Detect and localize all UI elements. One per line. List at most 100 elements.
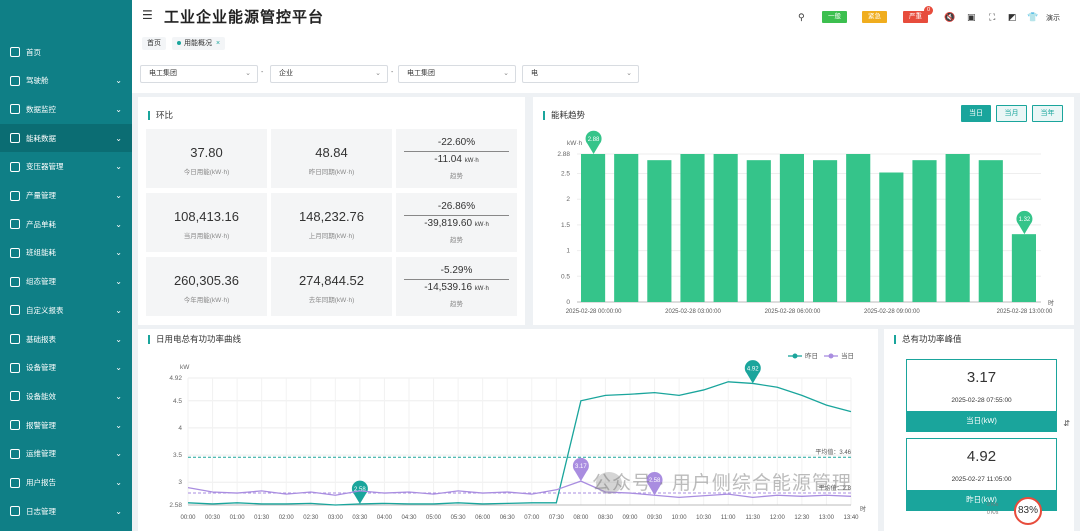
sidebar-item[interactable]: 班组能耗 ⌄	[0, 239, 132, 267]
bar[interactable]	[647, 160, 672, 302]
search-icon[interactable]: ⚲	[798, 12, 805, 23]
energy-label: 去年同期(kW·h)	[308, 297, 355, 304]
header: ☰ 工业企业能源管控平台 首页 用能概况 × ⚲ 一般 紧急 严重 0 🔇 ▣ ⛶…	[132, 0, 1080, 56]
demo-button[interactable]: 演示	[1046, 13, 1060, 23]
energy-type-select[interactable]: 电 ⌄	[522, 65, 639, 83]
menu-item-icon	[10, 305, 20, 316]
tab-energy-overview[interactable]: 用能概况 ×	[172, 37, 226, 50]
chevron-down-icon: ⌄	[115, 420, 122, 430]
y-axis-label: kW	[180, 364, 190, 371]
bar[interactable]	[945, 154, 970, 302]
sidebar-item[interactable]: 日志管理 ⌄	[0, 497, 132, 525]
enterprise-select[interactable]: 企业 ⌄	[270, 65, 388, 83]
sidebar-item[interactable]: 首页	[0, 38, 132, 66]
bar[interactable]	[746, 160, 771, 302]
sidebar-item[interactable]: 组态管理 ⌄	[0, 268, 132, 296]
shirt-icon[interactable]: 👕	[1027, 12, 1038, 23]
chevron-down-icon: ⌄	[115, 162, 122, 172]
sidebar-item[interactable]: 变压器管理 ⌄	[0, 153, 132, 181]
x-axis-label: 时	[860, 505, 866, 513]
divider	[404, 151, 509, 152]
bar[interactable]	[912, 160, 937, 302]
bar[interactable]	[614, 154, 639, 302]
energy-value: 48.84	[315, 145, 348, 160]
bar[interactable]	[1011, 234, 1036, 302]
peak-today-footer: 当日(kW)	[907, 411, 1056, 431]
performance-gauge[interactable]: 83%	[1014, 497, 1042, 525]
active-dot	[177, 41, 181, 46]
ratio-value-card: 37.80 今日用能(kW·h)	[146, 129, 267, 188]
x-tick-label: 11:00	[721, 515, 736, 521]
mute-icon[interactable]: 🔇	[944, 12, 955, 23]
menu-item-icon	[10, 47, 20, 57]
alarm-urgent-badge[interactable]: 紧急	[862, 11, 887, 23]
bar[interactable]	[581, 154, 606, 302]
sidebar-item[interactable]: 用户报告 ⌄	[0, 469, 132, 497]
menu-toggle-icon[interactable]: ☰	[142, 8, 153, 22]
trend-label: 趋势	[450, 301, 463, 308]
energy-value: 274,844.52	[298, 273, 365, 288]
divider	[404, 215, 509, 216]
sidebar-item[interactable]: 基础报表 ⌄	[0, 325, 132, 353]
group-select[interactable]: 电工集团 ⌄	[140, 65, 258, 83]
x-tick-label: 02:00	[279, 515, 295, 521]
change-diff-value: -39,819.60	[424, 218, 473, 229]
x-tick-label: 09:30	[647, 515, 663, 521]
screen-icon[interactable]: ▣	[967, 12, 976, 23]
sidebar-item[interactable]: 产品单耗 ⌄	[0, 210, 132, 238]
sidebar-item[interactable]: 运维管理 ⌄	[0, 440, 132, 468]
bar[interactable]	[680, 154, 705, 302]
sidebar-item[interactable]: 设备能效 ⌄	[0, 382, 132, 410]
unit-select[interactable]: 电工集团 ⌄	[398, 65, 516, 83]
x-tick-label: 03:00	[328, 515, 344, 521]
peak-today-time: 2025-02-28 07:55:00	[951, 397, 1012, 404]
x-tick-label: 12:30	[794, 515, 810, 521]
sidebar-item[interactable]: 产量管理 ⌄	[0, 182, 132, 210]
x-tick-label: 2025-02-28 03:00:00	[665, 309, 721, 315]
x-tick-label: 04:00	[377, 515, 393, 521]
chevron-down-icon: ⌄	[115, 104, 122, 114]
sidebar-item[interactable]: 数据监控 ⌄	[0, 95, 132, 123]
bar[interactable]	[813, 160, 838, 302]
x-tick-label: 08:30	[598, 515, 614, 521]
ratio-panel: 环比 37.80 今日用能(kW·h) 48.84 昨日同期(kW·h) -22.60%…	[138, 97, 525, 325]
bar[interactable]	[779, 154, 804, 302]
sidebar-item[interactable]: 设备管理 ⌄	[0, 354, 132, 382]
filter-icon[interactable]: ⇵	[1063, 419, 1070, 428]
sidebar-item[interactable]: 自定义报表 ⌄	[0, 296, 132, 324]
sidebar-item-label: 组态管理	[26, 277, 56, 287]
chevron-down-icon: ⌄	[115, 334, 122, 344]
ratio-trend-card: -26.86% -39,819.60 kW·h 趋势	[396, 193, 517, 252]
filter-separator: -	[261, 69, 264, 76]
sidebar-item[interactable]: 驾驶舱 ⌄	[0, 67, 132, 95]
close-icon[interactable]: ×	[216, 40, 220, 47]
bar[interactable]	[846, 154, 871, 302]
x-tick-label: 05:00	[426, 515, 442, 521]
tab-energy-overview-label: 用能概况	[184, 40, 212, 47]
alarm-count-badge: 0	[924, 6, 933, 15]
sidebar-item-label: 基础报表	[26, 334, 56, 344]
change-percent: -22.60%	[437, 137, 476, 148]
chevron-down-icon: ⌄	[245, 70, 251, 77]
menu-item-icon	[10, 420, 20, 431]
energy-trend-chart: kW·h 0 0.5 1 1.5 2 2.5 2.88 2025-02-28 00:00:00 2…	[557, 130, 1054, 315]
chevron-down-icon: ⌄	[115, 478, 122, 487]
alarm-normal-badge[interactable]: 一般	[822, 11, 847, 23]
sidebar-item[interactable]: 能耗数据 ⌄	[0, 124, 132, 153]
theme-icon[interactable]: ◩	[1008, 12, 1017, 23]
bar[interactable]	[978, 160, 1003, 302]
x-tick-label: 2025-02-28 00:00:00	[566, 309, 622, 315]
y-tick-label: 4	[178, 425, 182, 432]
change-diff: -39,819.60 kW·h	[396, 218, 517, 229]
chevron-down-icon: ⌄	[626, 70, 632, 77]
sidebar-item[interactable]: 报警管理 ⌄	[0, 411, 132, 439]
x-tick-label: 00:30	[205, 515, 221, 521]
tab-home[interactable]: 首页	[142, 37, 166, 50]
bar[interactable]	[713, 154, 738, 302]
legend-dot	[828, 353, 834, 359]
x-tick-label: 13:00	[819, 515, 835, 521]
y-tick-label: 4.92	[169, 375, 182, 382]
fullscreen-icon[interactable]: ⛶	[989, 12, 995, 23]
bar[interactable]	[879, 172, 904, 303]
sidebar-item-label: 变压器管理	[26, 162, 64, 172]
